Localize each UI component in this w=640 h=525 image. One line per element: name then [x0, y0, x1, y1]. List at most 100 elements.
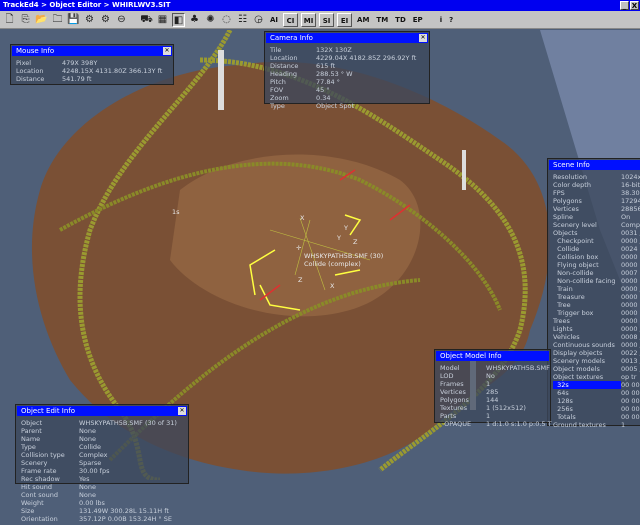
row-label: Type	[21, 443, 36, 451]
list-icon[interactable]: ☷	[236, 13, 249, 27]
import-icon[interactable]: ⚙	[99, 13, 112, 27]
object-edit-info-panel[interactable]: Object Edit Info ✕ Object WHSKYPATH5B.SMF (…	[15, 404, 189, 523]
row-value: 28856	[621, 205, 640, 213]
minimize-button[interactable]: _	[620, 1, 629, 10]
close-button[interactable]: X	[630, 1, 639, 10]
row-label: Hit sound	[21, 483, 53, 491]
info-row: Collide 0024	[553, 245, 640, 253]
sound-icon[interactable]: ◌	[220, 13, 233, 27]
row-value: 144	[486, 396, 499, 404]
row-value: 0007	[621, 269, 638, 277]
row-label: Vertices	[553, 205, 579, 213]
toolbar-button-i[interactable]: i	[438, 13, 444, 27]
row-label: Distance	[270, 62, 299, 70]
grid-icon[interactable]: ▦	[156, 13, 169, 27]
export-icon[interactable]: ⚙	[83, 13, 96, 27]
cube-icon[interactable]: ◧	[172, 12, 185, 27]
cursor-crosshair-icon: ✛	[296, 244, 302, 252]
camera-info-panel[interactable]: Camera Info ✕ Tile 132X 130Z Location 4229.04…	[264, 31, 430, 110]
stop-icon[interactable]: ⊖	[115, 13, 128, 27]
row-value: 4229.04X 4182.85Z 296.92Y ft	[316, 54, 417, 62]
open-folder-icon[interactable]: 📂	[35, 13, 48, 27]
row-label: Objects	[553, 229, 578, 237]
panel-title-bar[interactable]: Object Edit Info ✕	[17, 406, 187, 416]
toolbar-button-td[interactable]: TD	[393, 13, 408, 27]
row-label: Vertices	[440, 388, 466, 396]
toolbar-button-ai[interactable]: AI	[268, 13, 280, 27]
toolbar-button-tm[interactable]: TM	[374, 13, 390, 27]
copy-icon[interactable]: ⎘	[19, 13, 32, 27]
scene-marker-label: 1s	[172, 208, 180, 216]
info-row: Lights 0000 /	[553, 325, 640, 333]
toolbar-button-ci[interactable]: CI	[283, 12, 299, 27]
close-icon[interactable]: ✕	[419, 34, 427, 42]
row-label: Type	[270, 102, 285, 110]
object-model-info-panel[interactable]: Object Model Info Model WHSKYPATH5B.SMF LOD…	[434, 349, 552, 428]
selected-object-type: Collide (complex)	[304, 260, 361, 268]
info-row: Trees 0000	[553, 317, 640, 325]
row-value: 0008 /	[621, 333, 640, 341]
row-label: FPS	[553, 189, 565, 197]
panel-rows: Model WHSKYPATH5B.SMF LOD No Frames 1 Vertices…	[435, 362, 552, 430]
panel-title-bar[interactable]: Camera Info ✕	[266, 33, 428, 43]
info-row: Non-collide facing 0000	[553, 277, 640, 285]
panel-title-bar[interactable]: Object Model Info	[436, 351, 549, 361]
row-label: Trigger box	[553, 309, 594, 317]
row-value: On	[621, 213, 631, 221]
info-row: Location 4248.15X 4131.80Z 366.13Y ft	[16, 67, 168, 75]
row-value: 1 d:1.0 s:1.0 p:0.5 T	[486, 420, 552, 428]
row-label: Orientation	[21, 515, 58, 523]
new-file-icon[interactable]: 🗋	[3, 13, 16, 27]
row-value: 0000 /	[621, 341, 640, 349]
toolbar-button-mi[interactable]: MI	[301, 12, 317, 27]
toolbar-button-ei[interactable]: EI	[337, 12, 353, 27]
panel-title-bar[interactable]: Scene Info	[549, 160, 640, 170]
row-label: 64s	[553, 389, 569, 397]
camera-icon[interactable]: ◶	[252, 13, 265, 27]
row-label: Collide	[553, 245, 580, 253]
info-row: Trigger box 0000	[553, 309, 640, 317]
toolbar-button-ep[interactable]: EP	[411, 13, 425, 27]
row-value: None	[79, 483, 96, 491]
toolbar-button-si[interactable]: SI	[319, 12, 335, 27]
axis-label-y: Y	[344, 224, 348, 232]
info-row: OPAQUE 1 d:1.0 s:1.0 p:0.5 T	[440, 420, 551, 428]
row-label: Heading	[270, 70, 298, 78]
toolbar-button-am[interactable]: AM	[355, 13, 371, 27]
row-value: 0005 /	[621, 365, 640, 373]
row-value: None	[79, 435, 96, 443]
row-value: Sparse	[79, 459, 102, 467]
row-label: Object models	[553, 365, 600, 373]
toolbar-button-help[interactable]: ?	[447, 13, 455, 27]
panel-rows: Pixel 479X 398Y Location 4248.15X 4131.80Z …	[11, 57, 173, 85]
row-value: None	[79, 427, 96, 435]
row-label: Tile	[270, 46, 282, 54]
axis-label-z: Z	[353, 238, 358, 246]
close-icon[interactable]: ✕	[178, 407, 186, 415]
row-value: 16-bit	[621, 181, 640, 189]
row-label: OPAQUE	[440, 420, 472, 428]
info-row: Spline On	[553, 213, 640, 221]
info-row: Orientation 357.12P 0.00B 153.24H ° SE	[21, 515, 183, 523]
close-folder-icon[interactable]: 🗀	[51, 13, 64, 27]
row-value: 17294	[621, 197, 640, 205]
row-value: 1	[621, 421, 626, 429]
trees-icon[interactable]: ♣	[188, 13, 201, 27]
scene-info-panel[interactable]: Scene Info Resolution 1024x7 Color depth 16-…	[547, 158, 640, 429]
light-icon[interactable]: ✺	[204, 13, 217, 27]
info-row: Heading 288.53 ° W	[270, 70, 424, 78]
panel-title-bar[interactable]: Mouse Info ✕	[12, 46, 172, 56]
close-icon[interactable]: ✕	[163, 47, 171, 55]
row-value: 0000	[621, 261, 638, 269]
info-row: FOV 45 °	[270, 86, 424, 94]
save-icon[interactable]: 💾	[67, 13, 80, 27]
row-value: 615 ft	[316, 62, 336, 70]
info-row: Polygons 17294	[553, 197, 640, 205]
info-row: Color depth 16-bit	[553, 181, 640, 189]
row-label: Object	[21, 419, 43, 427]
row-value: 357.12P 0.00B 153.24H ° SE	[79, 515, 172, 523]
mouse-info-panel[interactable]: Mouse Info ✕ Pixel 479X 398Y Location 4248.15…	[10, 44, 174, 85]
objects-icon[interactable]: ⛟	[140, 13, 153, 27]
row-value: 30.00 fps	[79, 467, 110, 475]
info-row: Weight 0.00 lbs	[21, 499, 183, 507]
